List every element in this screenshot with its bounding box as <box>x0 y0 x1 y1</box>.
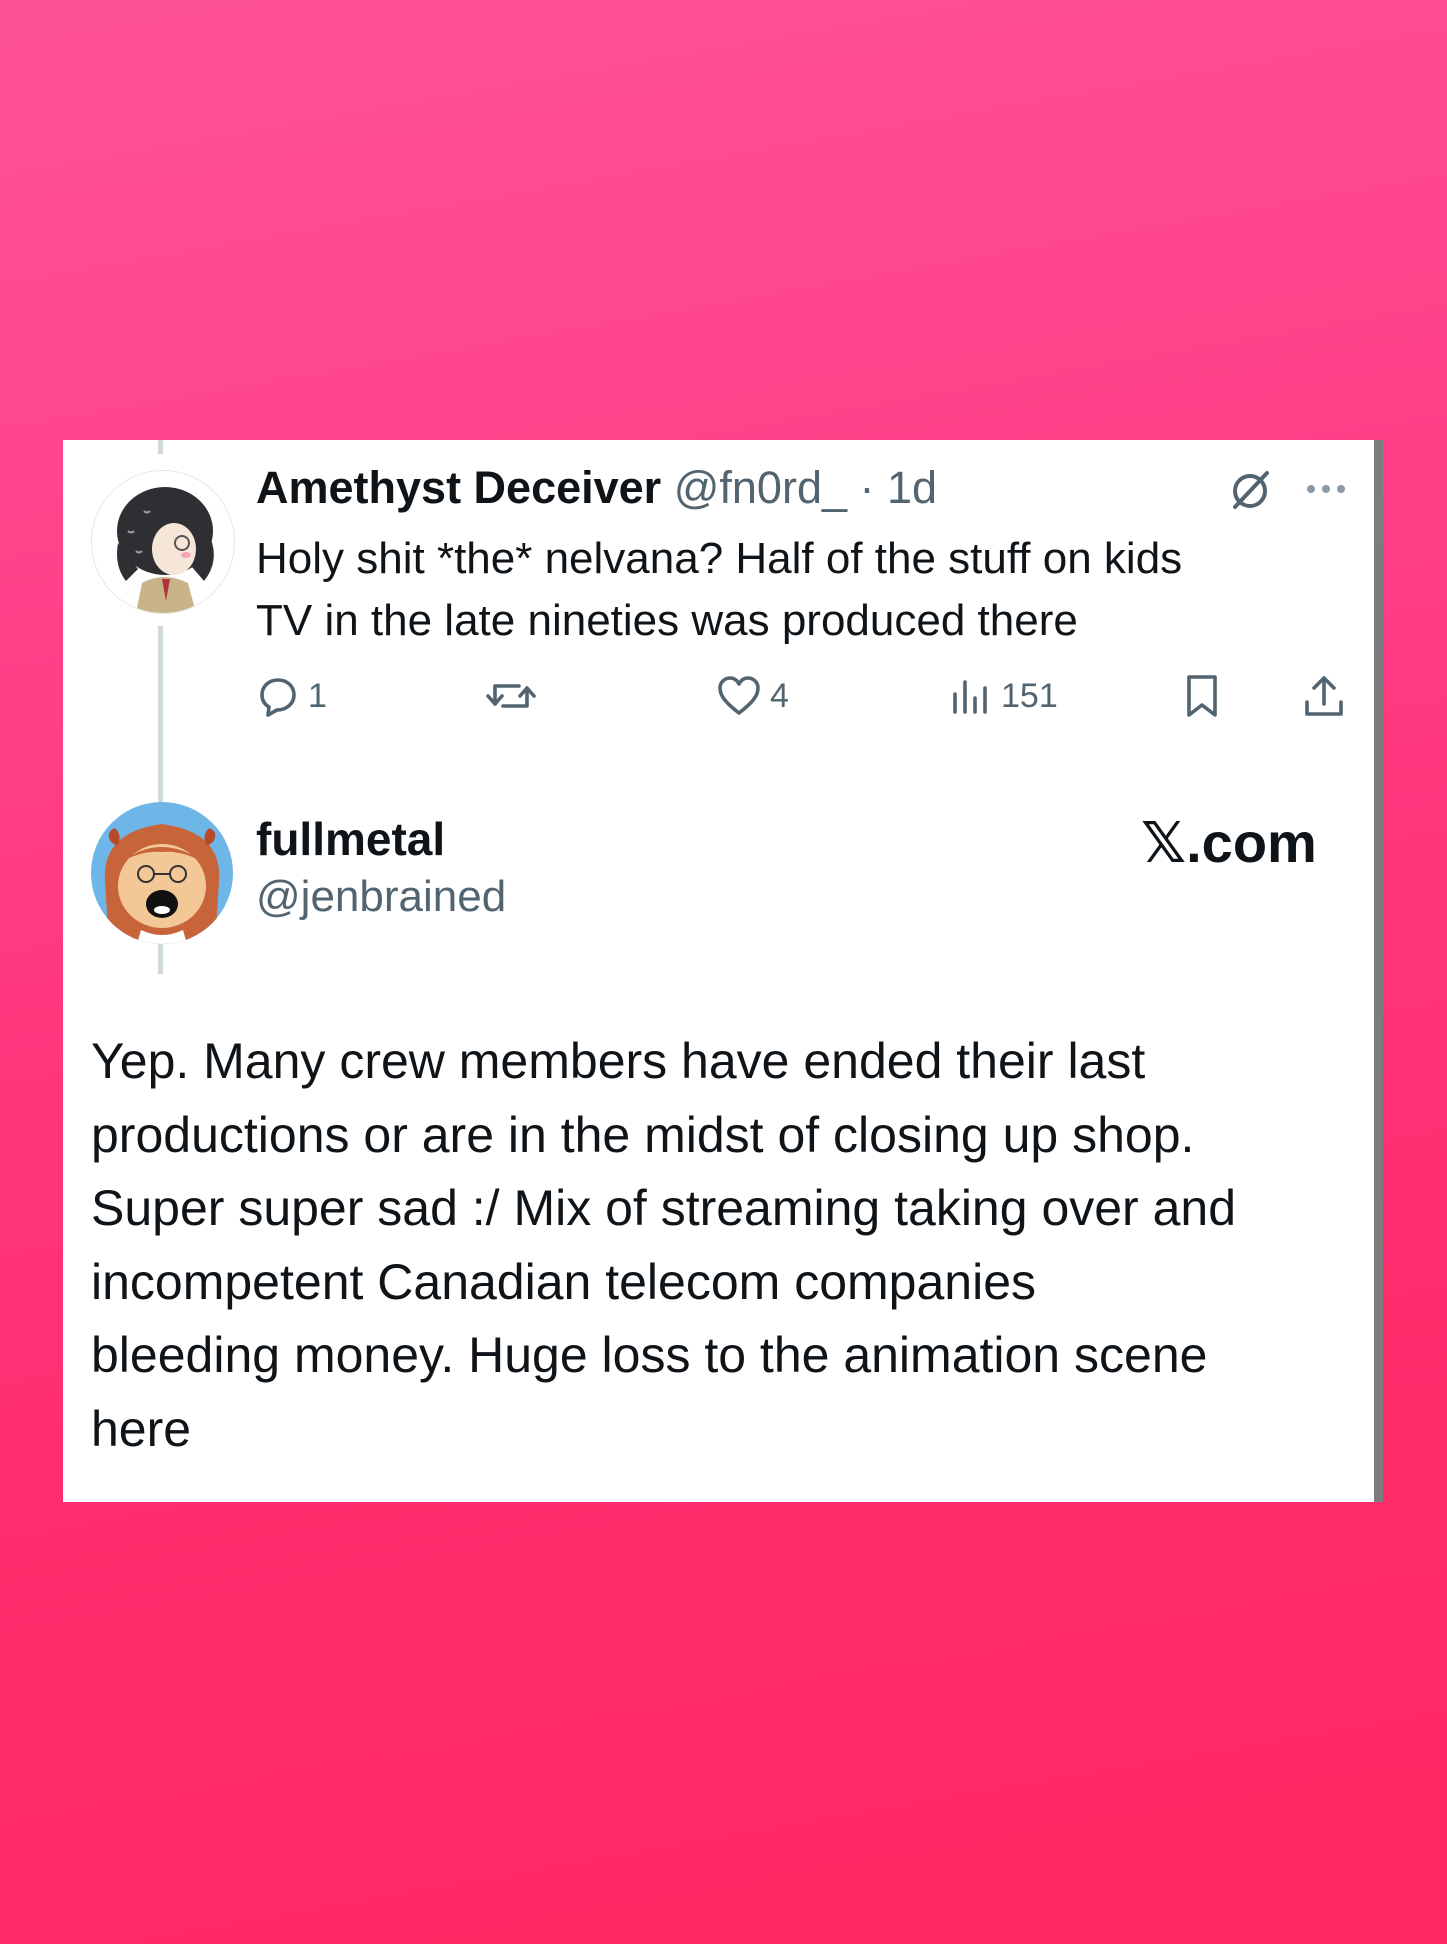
text-line: TV in the late nineties was produced the… <box>256 596 1078 645</box>
text-line: here <box>91 1400 192 1457</box>
like-button[interactable]: 4 <box>716 674 789 718</box>
text-line: Super super sad :/ Mix of streaming taki… <box>91 1180 1237 1236</box>
grok-slash-icon[interactable] <box>1227 467 1273 518</box>
tweet-card: Amethyst Deceiver @fn0rd_ · 1d Holy shit… <box>63 440 1383 1502</box>
thread-connector-line <box>158 440 163 454</box>
reply-count: 1 <box>308 676 327 715</box>
share-button[interactable] <box>1301 672 1347 720</box>
bookmark-button[interactable] <box>1180 672 1224 720</box>
avatar-amethyst-deceiver[interactable] <box>91 470 235 614</box>
avatar-fullmetal[interactable] <box>91 802 233 944</box>
like-count: 4 <box>770 676 789 715</box>
handle[interactable]: @fn0rd_ <box>674 462 847 513</box>
bookmark-icon <box>1187 675 1217 717</box>
repost-button[interactable] <box>485 674 545 718</box>
more-dots-icon[interactable] <box>1303 479 1349 504</box>
x-com-logo: 𝕏.com <box>1141 811 1317 874</box>
share-icon <box>1305 676 1343 716</box>
reply-bubble-icon <box>260 678 296 717</box>
views-count: 151 <box>1001 676 1058 715</box>
text-line: Yep. Many crew members have ended their … <box>91 1033 1146 1089</box>
timestamp[interactable]: 1d <box>887 462 937 513</box>
text-line: productions or are in the midst of closi… <box>91 1106 1195 1163</box>
avatar-image <box>91 802 233 944</box>
text-line: Holy shit *the* nelvana? Half of the stu… <box>256 534 1183 583</box>
reply-tweet-text: Holy shit *the* nelvana? Half of the stu… <box>256 528 1182 652</box>
repost-icon <box>486 684 536 708</box>
views-button[interactable]: 151 <box>947 674 1058 718</box>
reply-button[interactable]: 1 <box>256 674 327 718</box>
main-tweet-text: Yep. Many crew members have ended their … <box>91 1025 1236 1466</box>
avatar-image <box>92 471 234 613</box>
reply-author[interactable]: Amethyst Deceiver @fn0rd_ · 1d <box>256 462 937 514</box>
separator: · <box>859 462 875 513</box>
display-name[interactable]: Amethyst Deceiver <box>256 462 661 513</box>
main-author-handle[interactable]: @jenbrained <box>256 872 506 922</box>
text-line: bleeding money. Huge loss to the animati… <box>91 1327 1208 1383</box>
views-chart-icon <box>953 680 987 714</box>
main-author-name[interactable]: fullmetal <box>256 812 445 866</box>
text-line: incompetent Canadian telecom companies <box>91 1253 1036 1310</box>
heart-icon <box>718 676 760 715</box>
